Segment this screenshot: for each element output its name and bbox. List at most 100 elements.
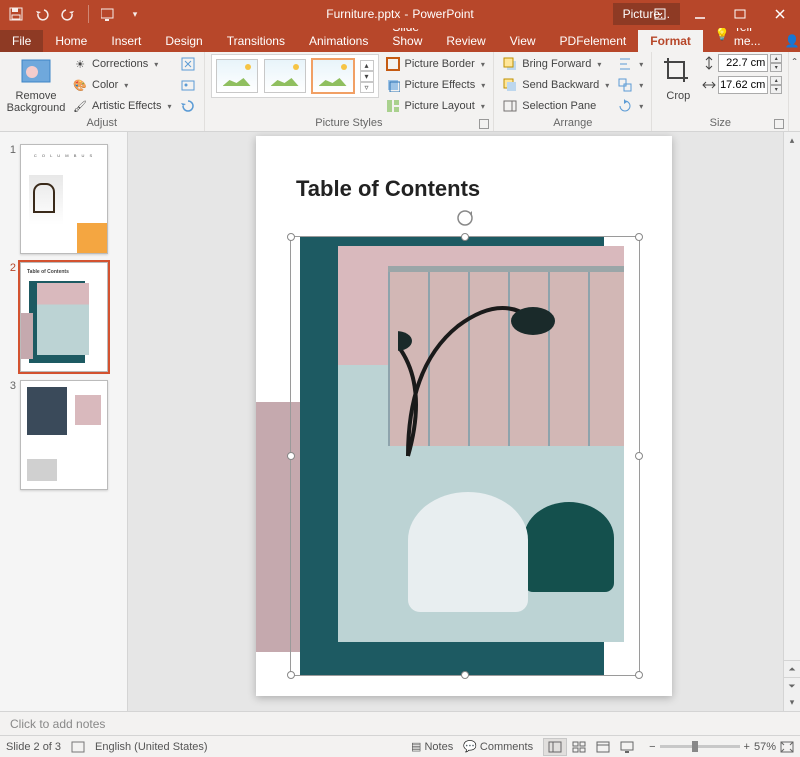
slide-canvas[interactable]: Table of Contents [256, 136, 672, 696]
tab-insert[interactable]: Insert [99, 30, 153, 52]
corrections-button[interactable]: ☀Corrections▾ [70, 54, 174, 74]
reset-picture-button[interactable] [178, 96, 198, 116]
undo-icon[interactable] [34, 6, 50, 22]
handle-e[interactable] [635, 452, 643, 460]
maximize-icon[interactable] [720, 0, 760, 28]
scroll-down-icon[interactable]: ▾ [784, 694, 800, 711]
width-field[interactable]: ▴▾ [702, 76, 782, 94]
notes-pane[interactable]: Click to add notes [0, 711, 800, 735]
collapse-ribbon-icon[interactable]: ˆ [789, 52, 800, 131]
slideshow-view-icon[interactable] [615, 738, 639, 756]
ribbon: Remove Background ☀Corrections▾ 🎨Color▾ … [0, 52, 800, 132]
save-icon[interactable] [8, 6, 24, 22]
handle-s[interactable] [461, 671, 469, 679]
height-field[interactable]: ▴▾ [702, 54, 782, 72]
dialog-launcher-size-icon[interactable] [774, 119, 784, 129]
slide-sorter-icon[interactable] [567, 738, 591, 756]
tab-design[interactable]: Design [153, 30, 214, 52]
spell-check-icon[interactable] [71, 741, 85, 753]
selection-pane-icon [502, 98, 518, 114]
send-backward-button[interactable]: Send Backward▾ [500, 75, 611, 95]
thumbnail[interactable] [20, 380, 108, 490]
slide-thumb-3[interactable]: 3 [0, 376, 127, 494]
tab-view[interactable]: View [498, 30, 548, 52]
qat-customize-icon[interactable]: ▾ [127, 6, 143, 22]
tab-file[interactable]: File [0, 30, 43, 52]
fit-to-window-icon[interactable] [780, 741, 794, 753]
tab-pdfelement[interactable]: PDFelement [548, 30, 639, 52]
height-input[interactable] [718, 54, 768, 72]
color-button[interactable]: 🎨Color▾ [70, 75, 174, 95]
slide-thumb-2[interactable]: 2 Table of Contents [0, 258, 127, 376]
rotate-button[interactable]: ▾ [615, 96, 645, 116]
prev-slide-icon[interactable]: ⏶ [784, 660, 800, 677]
next-slide-icon[interactable]: ⏷ [784, 677, 800, 694]
tab-review[interactable]: Review [434, 30, 497, 52]
notes-placeholder[interactable]: Click to add notes [10, 717, 105, 731]
picture-layout-button[interactable]: Picture Layout▾ [383, 96, 488, 116]
style-thumb-1[interactable] [216, 59, 258, 93]
slide-thumb-1[interactable]: 1 C O L U M B U S [0, 140, 127, 258]
picture-effects-button[interactable]: Picture Effects▾ [383, 75, 488, 95]
slide-panel[interactable]: 1 C O L U M B U S 2 Table of Contents 3 [0, 132, 128, 711]
bring-forward-button[interactable]: Bring Forward▾ [500, 54, 611, 74]
zoom-controls: − + 57% [649, 741, 794, 753]
layout-icon [385, 98, 401, 114]
quick-access-toolbar: ▾ [0, 5, 151, 23]
minimize-icon[interactable] [680, 0, 720, 28]
group-objects-button[interactable]: ▾ [615, 75, 645, 95]
slide-canvas-area[interactable]: Table of Contents [128, 132, 800, 711]
artistic-effects-button[interactable]: 🖌Artistic Effects▾ [70, 96, 174, 116]
slide-title-text[interactable]: Table of Contents [296, 176, 480, 202]
zoom-out-icon[interactable]: − [649, 741, 655, 753]
tab-transitions[interactable]: Transitions [215, 30, 297, 52]
slide-counter[interactable]: Slide 2 of 3 [6, 741, 61, 753]
redo-icon[interactable] [60, 6, 76, 22]
zoom-slider[interactable] [660, 745, 740, 748]
gallery-scroll[interactable]: ▴▾▿ [360, 60, 374, 93]
crop-button[interactable]: Crop [658, 54, 698, 102]
picture-styles-gallery[interactable]: ▴▾▿ [211, 54, 379, 98]
tab-animations[interactable]: Animations [297, 30, 380, 52]
zoom-in-icon[interactable]: + [744, 741, 750, 753]
compress-pictures-button[interactable] [178, 54, 198, 74]
tab-share[interactable]: 👤Share [773, 30, 800, 52]
work-area: 1 C O L U M B U S 2 Table of Contents 3 [0, 132, 800, 711]
normal-view-icon[interactable] [543, 738, 567, 756]
language-status[interactable]: English (United States) [95, 741, 208, 753]
reading-view-icon[interactable] [591, 738, 615, 756]
handle-ne[interactable] [635, 233, 643, 241]
vertical-scrollbar[interactable]: ▴ ⏶⏷ ▾ [783, 132, 800, 711]
thumbnail[interactable]: Table of Contents [20, 262, 108, 372]
height-spinner[interactable]: ▴▾ [770, 54, 782, 72]
width-input[interactable] [718, 76, 768, 94]
width-spinner[interactable]: ▴▾ [770, 76, 782, 94]
picture-border-button[interactable]: Picture Border▾ [383, 54, 488, 74]
tab-home[interactable]: Home [43, 30, 99, 52]
scroll-up-icon[interactable]: ▴ [784, 132, 800, 149]
rotate-handle-icon[interactable] [456, 209, 474, 227]
handle-sw[interactable] [287, 671, 295, 679]
handle-n[interactable] [461, 233, 469, 241]
tab-format[interactable]: Format [638, 30, 703, 52]
notes-toggle[interactable]: ▤Notes [411, 740, 453, 753]
comments-toggle[interactable]: 💬Comments [463, 740, 533, 753]
close-icon[interactable] [760, 0, 800, 28]
group-picture-styles: ▴▾▿ Picture Border▾ Picture Effects▾ Pic… [205, 52, 495, 131]
handle-w[interactable] [287, 452, 295, 460]
change-picture-button[interactable] [178, 75, 198, 95]
status-bar: Slide 2 of 3 English (United States) ▤No… [0, 735, 800, 757]
dialog-launcher-icon[interactable] [479, 119, 489, 129]
handle-nw[interactable] [287, 233, 295, 241]
handle-se[interactable] [635, 671, 643, 679]
style-thumb-2[interactable] [264, 59, 306, 93]
remove-background-button[interactable]: Remove Background [6, 54, 66, 114]
ribbon-options-icon[interactable] [640, 0, 680, 28]
zoom-percent[interactable]: 57% [754, 741, 776, 753]
thumbnail[interactable]: C O L U M B U S [20, 144, 108, 254]
align-button[interactable]: ▾ [615, 54, 645, 74]
style-thumb-3[interactable] [312, 59, 354, 93]
selection-pane-button[interactable]: Selection Pane [500, 96, 611, 116]
start-from-beginning-icon[interactable] [101, 6, 117, 22]
selection-box[interactable] [290, 236, 640, 676]
